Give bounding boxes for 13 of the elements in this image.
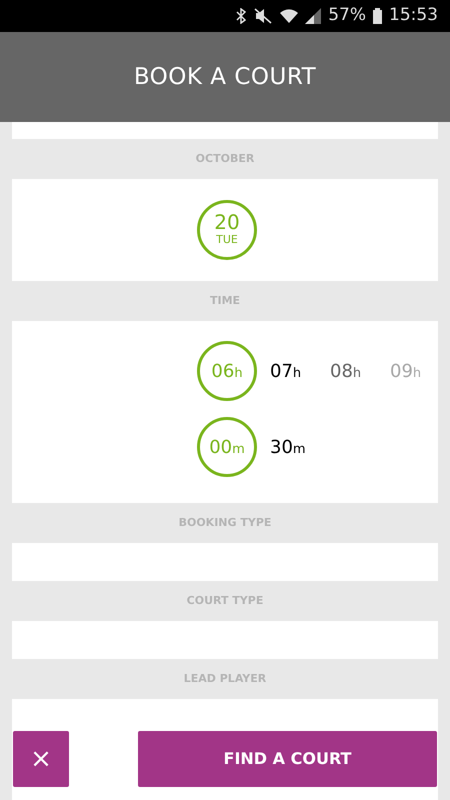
find-court-button[interactable]: FIND A COURT xyxy=(138,731,437,787)
time-option[interactable]: 30m xyxy=(267,417,317,477)
wifi-icon xyxy=(280,8,298,24)
close-button[interactable]: × xyxy=(13,731,69,787)
page-title: BOOK A COURT xyxy=(134,62,316,92)
signal-icon xyxy=(305,8,322,24)
time-option[interactable]: 07h xyxy=(267,341,317,401)
bluetooth-icon xyxy=(236,8,246,24)
time-option[interactable]: 08h xyxy=(327,341,377,401)
battery-level: 57% xyxy=(328,4,366,28)
clock: 15:53 xyxy=(389,4,438,28)
battery-icon xyxy=(373,8,382,24)
mute-icon xyxy=(253,8,274,24)
